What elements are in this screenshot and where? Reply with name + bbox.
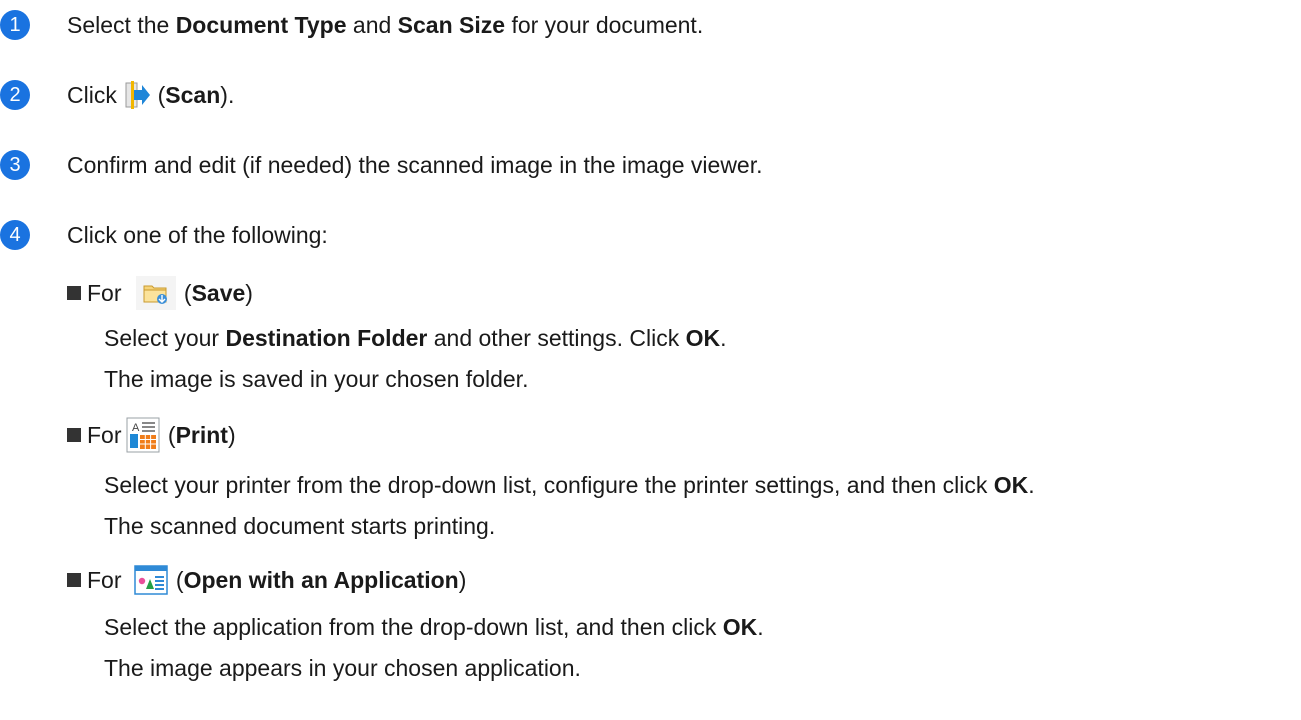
save-term: Save — [191, 279, 246, 306]
folder-save-icon — [135, 276, 176, 310]
step-text-part: Select the — [67, 12, 176, 38]
print-term: Print — [175, 421, 228, 448]
text-part: . — [757, 614, 764, 640]
step-number-badge: 3 — [0, 150, 30, 180]
step-3: 3 Confirm and edit (if needed) the scann… — [0, 150, 763, 180]
step-text-part: ). — [220, 82, 235, 108]
option-text-part: ) — [245, 279, 253, 306]
step-2-text: Click (Scan). — [67, 80, 234, 110]
step-text-part: for your document. — [505, 12, 704, 38]
open-application-icon — [133, 565, 168, 595]
square-bullet-icon — [67, 573, 81, 587]
square-bullet-icon — [67, 428, 81, 442]
step-text-part: and — [346, 12, 398, 38]
option-open-application: For (Open with an Application) — [67, 563, 466, 597]
destination-folder-term: Destination Folder — [225, 325, 428, 351]
scan-icon — [123, 80, 151, 110]
ok-term: OK — [685, 325, 721, 351]
option-text-part: ) — [227, 421, 236, 448]
step-4: 4 Click one of the following: — [0, 220, 328, 250]
option-text-part: ( — [177, 279, 192, 306]
step-number-badge: 2 — [0, 80, 30, 110]
text-part: . — [1028, 472, 1035, 498]
open-application-instruction: Select the application from the drop-dow… — [104, 612, 764, 642]
square-bullet-icon — [67, 286, 81, 300]
option-text-part: ( — [161, 421, 176, 448]
step-text-part: Click — [67, 82, 124, 108]
print-icon: A — [126, 417, 160, 453]
option-save: For (Save) — [67, 276, 253, 310]
option-text-part: ) — [458, 566, 467, 593]
document-type-term: Document Type — [175, 12, 347, 38]
option-for-label: For — [87, 566, 122, 593]
step-number-badge: 4 — [0, 220, 30, 250]
step-text-part: ( — [151, 82, 166, 108]
step-2: 2 Click (Scan). — [0, 80, 234, 110]
option-for-label: For — [87, 421, 122, 448]
print-result: The scanned document starts printing. — [104, 513, 496, 539]
step-1-text: Select the Document Type and Scan Size f… — [67, 10, 703, 40]
text-part: . — [720, 325, 727, 351]
text-part: Select your — [104, 325, 226, 351]
step-3-text: Confirm and edit (if needed) the scanned… — [67, 152, 763, 178]
step-4-text: Click one of the following: — [67, 222, 328, 248]
text-part: and other settings. Click — [427, 325, 686, 351]
svg-text:A: A — [132, 422, 140, 434]
option-for-label: For — [87, 279, 122, 306]
option-text-part: ( — [169, 566, 184, 593]
print-instruction: Select your printer from the drop-down l… — [104, 470, 1035, 500]
step-1: 1 Select the Document Type and Scan Size… — [0, 10, 703, 40]
save-instruction: Select your Destination Folder and other… — [104, 323, 726, 353]
scan-size-term: Scan Size — [397, 12, 506, 38]
save-result: The image is saved in your chosen folder… — [104, 366, 529, 392]
ok-term: OK — [993, 472, 1029, 498]
open-application-result: The image appears in your chosen applica… — [104, 655, 581, 681]
instruction-page: 1 Select the Document Type and Scan Size… — [0, 0, 1301, 720]
option-print: For A (Print) — [67, 417, 236, 453]
ok-term: OK — [722, 614, 758, 640]
scan-term: Scan — [165, 82, 221, 108]
text-part: Select the application from the drop-dow… — [104, 614, 723, 640]
step-number-badge: 1 — [0, 10, 30, 40]
text-part: Select your printer from the drop-down l… — [104, 472, 994, 498]
open-with-application-term: Open with an Application — [183, 566, 459, 593]
